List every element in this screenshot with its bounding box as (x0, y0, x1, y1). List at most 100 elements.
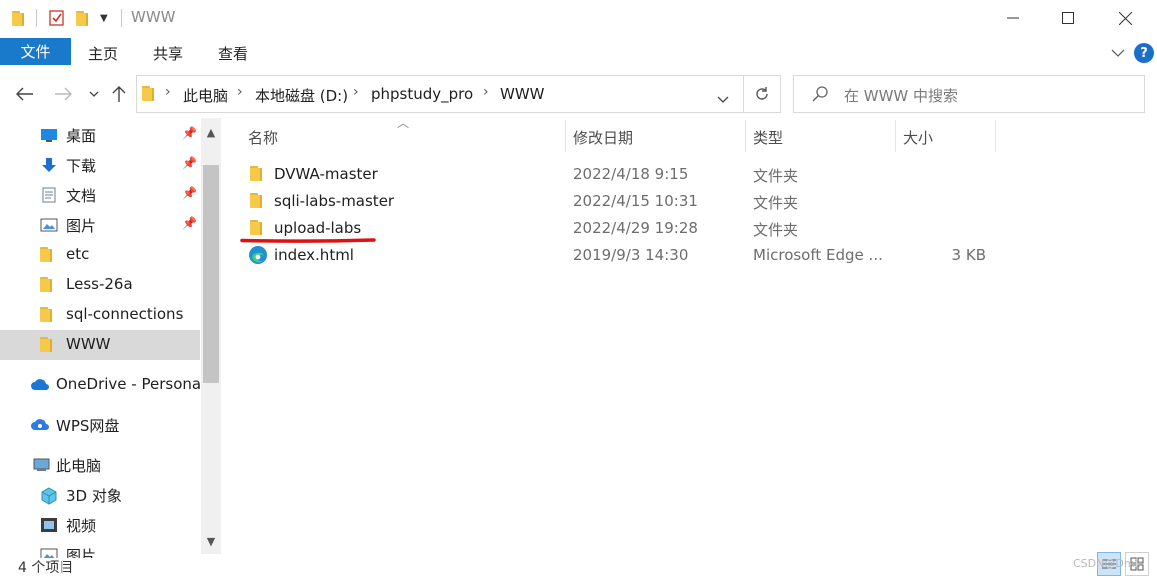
file-row[interactable]: index.html 2019/9/3 14:30 Microsoft Edge… (240, 242, 1000, 269)
forward-button[interactable] (52, 84, 74, 104)
properties-icon[interactable] (48, 9, 66, 27)
chevron-down-icon[interactable] (717, 90, 729, 108)
breadcrumb-local-disk[interactable]: 本地磁盘 (D:) (255, 85, 348, 106)
scroll-down-icon[interactable]: ▼ (201, 531, 221, 551)
breadcrumb-www[interactable]: WWW (500, 85, 545, 103)
chevron-right-icon[interactable]: › (237, 84, 243, 100)
nav-item-3d-objects[interactable]: 3D 对象 (0, 480, 200, 510)
computer-icon (32, 457, 50, 473)
divider (62, 560, 63, 574)
pin-icon[interactable]: 📌 (182, 126, 197, 140)
new-folder-icon[interactable] (76, 9, 94, 27)
nav-label: WWW (66, 335, 111, 353)
nav-item-documents[interactable]: 文档 📌 (0, 180, 200, 210)
folder-icon (250, 193, 268, 209)
picture-icon (40, 217, 58, 233)
folder-icon (12, 9, 30, 27)
column-divider[interactable] (995, 120, 996, 152)
nav-item-desktop[interactable]: 桌面 📌 (0, 120, 200, 150)
customize-toolbar-icon[interactable]: ▼ (100, 9, 108, 27)
nav-item-less-26a[interactable]: Less-26a (0, 270, 200, 300)
breadcrumb-phpstudy[interactable]: phpstudy_pro (371, 85, 473, 103)
download-icon (40, 157, 58, 173)
folder-icon (142, 86, 160, 105)
column-header-type[interactable]: 类型 (753, 127, 783, 148)
nav-label: 下载 (66, 157, 97, 175)
nav-label: sql-connections (66, 305, 184, 323)
nav-item-www[interactable]: WWW (0, 330, 200, 360)
column-header-modified[interactable]: 修改日期 (573, 127, 633, 148)
ribbon: 文件 主页 共享 查看 (0, 36, 1157, 68)
tab-share[interactable]: 共享 (153, 43, 183, 64)
nav-label: 此电脑 (56, 457, 102, 475)
nav-item-onedrive[interactable]: OneDrive - Personal (0, 370, 205, 400)
breadcrumb-this-pc[interactable]: 此电脑 (183, 85, 228, 106)
divider (121, 9, 122, 27)
close-button[interactable] (1102, 0, 1148, 36)
nav-item-this-pc[interactable]: 此电脑 (0, 450, 200, 480)
chevron-right-icon[interactable]: › (483, 84, 489, 100)
scrollbar-thumb[interactable] (203, 165, 219, 383)
folder-icon (40, 277, 58, 293)
file-row[interactable]: sqli-labs-master 2022/4/15 10:31 文件夹 (240, 188, 1000, 215)
chevron-right-icon[interactable]: › (353, 84, 359, 100)
column-header-size[interactable]: 大小 (903, 127, 933, 148)
file-modified: 2022/4/29 19:28 (573, 219, 698, 237)
column-divider[interactable] (895, 120, 896, 152)
up-button[interactable] (109, 84, 129, 104)
pin-icon[interactable]: 📌 (182, 186, 197, 200)
column-divider[interactable] (745, 120, 746, 152)
file-row[interactable]: DVWA-master 2022/4/18 9:15 文件夹 (240, 161, 1000, 188)
address-bar[interactable]: › 此电脑 › 本地磁盘 (D:) › phpstudy_pro › WWW (136, 75, 744, 113)
folder-icon (40, 337, 58, 353)
nav-item-videos[interactable]: 视频 (0, 510, 200, 540)
file-name: index.html (274, 246, 354, 264)
status-item-count: 4 个项目 (18, 560, 74, 576)
file-size: 3 KB (951, 246, 986, 264)
nav-item-pictures[interactable]: 图片 📌 (0, 210, 200, 240)
nav-item-pictures-2[interactable]: 图片 (0, 540, 200, 558)
chevron-right-icon[interactable]: › (165, 84, 171, 100)
nav-label: WPS网盘 (56, 417, 120, 435)
file-type: 文件夹 (753, 167, 799, 185)
navigation-pane: 桌面 📌 下载 📌 文档 📌 图片 📌 etc Less-26a sql-con… (0, 118, 222, 558)
tab-file[interactable]: 文件 (0, 38, 71, 65)
folder-icon (250, 220, 268, 236)
folder-icon (250, 166, 268, 182)
pin-icon[interactable]: 📌 (182, 156, 197, 170)
tab-view[interactable]: 查看 (218, 43, 248, 64)
3d-objects-icon (40, 487, 58, 505)
nav-label: etc (66, 245, 90, 263)
divider (36, 9, 37, 27)
file-modified: 2022/4/18 9:15 (573, 165, 689, 183)
column-header-name[interactable]: 名称 (248, 127, 278, 148)
minimize-button[interactable] (990, 0, 1036, 36)
maximize-button[interactable] (1045, 0, 1091, 36)
refresh-button[interactable] (744, 75, 781, 113)
nav-item-sql-connections[interactable]: sql-connections (0, 300, 200, 330)
nav-label: OneDrive - Personal (56, 375, 206, 393)
file-modified: 2022/4/15 10:31 (573, 192, 698, 210)
scroll-up-icon[interactable]: ▲ (201, 122, 221, 142)
back-button[interactable] (14, 84, 36, 104)
file-name: sqli-labs-master (274, 192, 395, 210)
onedrive-icon (30, 377, 49, 393)
nav-label: 视频 (66, 517, 97, 535)
nav-label: 文档 (66, 187, 97, 205)
nav-item-wps-cloud[interactable]: WPS网盘 (0, 410, 200, 440)
tab-home[interactable]: 主页 (88, 43, 118, 64)
sort-ascending-icon: ︿ (397, 116, 410, 130)
video-icon (40, 517, 58, 533)
search-input[interactable]: 在 WWW 中搜索 (793, 75, 1145, 113)
column-divider[interactable] (565, 120, 566, 152)
search-icon (812, 86, 828, 106)
nav-item-etc[interactable]: etc (0, 240, 200, 270)
nav-label: 3D 对象 (66, 487, 122, 505)
recent-locations-button[interactable] (86, 84, 102, 104)
expand-ribbon-icon[interactable] (1111, 44, 1125, 62)
file-type: 文件夹 (753, 194, 799, 212)
file-type: 文件夹 (753, 221, 799, 239)
pin-icon[interactable]: 📌 (182, 216, 197, 230)
help-icon[interactable]: ? (1134, 43, 1154, 63)
nav-item-downloads[interactable]: 下载 📌 (0, 150, 200, 180)
